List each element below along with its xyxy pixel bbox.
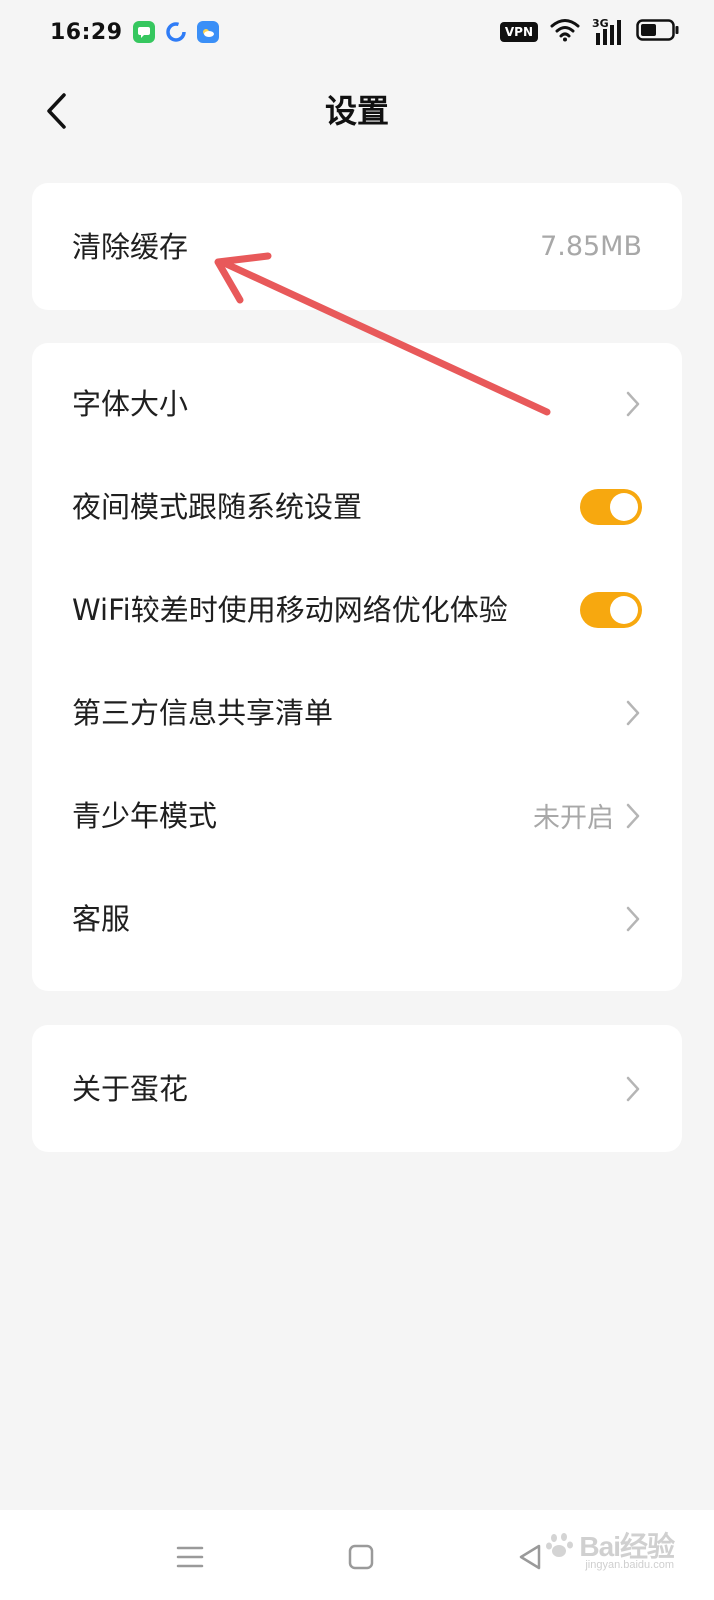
chevron-right-icon <box>624 389 642 419</box>
about-card: 关于蛋花 <box>32 1025 682 1152</box>
home-nav-button[interactable] <box>339 1535 383 1579</box>
chevron-right-icon <box>624 801 642 831</box>
status-left: 16:29 <box>50 20 219 45</box>
menu-nav-button[interactable] <box>168 1535 212 1579</box>
wifi-icon <box>550 18 580 46</box>
menu-icon <box>176 1546 204 1568</box>
clear-cache-row[interactable]: 清除缓存 7.85MB <box>32 183 682 310</box>
third-party-share-label: 第三方信息共享清单 <box>72 695 334 730</box>
cache-size-value: 7.85MB <box>540 231 642 262</box>
battery-icon <box>636 18 680 46</box>
page-title: 设置 <box>324 92 389 130</box>
wifi-optimize-label: WiFi较差时使用移动网络优化体验 <box>72 592 508 627</box>
teen-mode-row[interactable]: 青少年模式 未开启 <box>32 764 682 867</box>
header: 设置 <box>0 70 714 150</box>
paw-logo-icon <box>546 1533 574 1557</box>
teen-mode-label: 青少年模式 <box>72 798 218 833</box>
cellular-signal-icon: 3G <box>592 17 624 45</box>
night-mode-toggle[interactable] <box>580 488 642 525</box>
wifi-optimize-row: WiFi较差时使用移动网络优化体验 <box>32 558 682 661</box>
customer-service-label: 客服 <box>72 901 131 936</box>
weather-app-icon <box>196 21 219 43</box>
font-size-row[interactable]: 字体大小 <box>32 352 682 455</box>
about-row[interactable]: 关于蛋花 <box>32 1025 682 1152</box>
night-mode-row: 夜间模式跟随系统设置 <box>32 455 682 558</box>
toggle-knob <box>610 595 638 624</box>
status-right: VPN 3G <box>499 17 680 46</box>
wifi-optimize-toggle[interactable] <box>580 591 642 628</box>
vpn-badge: VPN <box>499 22 538 42</box>
chevron-right-icon <box>624 904 642 934</box>
settings-screen: 16:29 VPN 3G 设置 清除缓存 7.85MB 字体大小 夜间模式跟随系… <box>0 0 714 1600</box>
chevron-right-icon <box>624 1074 642 1104</box>
chevron-right-icon <box>624 698 642 728</box>
status-bar: 16:29 VPN 3G <box>0 0 714 64</box>
about-label: 关于蛋花 <box>72 1071 189 1106</box>
settings-card: 字体大小 夜间模式跟随系统设置 WiFi较差时使用移动网络优化体验 第三方信息共… <box>32 343 682 991</box>
customer-service-row[interactable]: 客服 <box>32 867 682 970</box>
third-party-share-row[interactable]: 第三方信息共享清单 <box>32 661 682 764</box>
clear-cache-label: 清除缓存 <box>72 229 189 264</box>
home-square-icon <box>348 1544 374 1570</box>
message-app-icon <box>132 21 155 43</box>
browser-app-icon <box>165 21 187 43</box>
watermark: Bai经验 jingyan.baidu.com <box>545 1525 675 1571</box>
toggle-knob <box>610 492 638 521</box>
teen-mode-status: 未开启 <box>533 803 614 834</box>
watermark-url: jingyan.baidu.com <box>585 1559 674 1571</box>
back-triangle-icon <box>519 1544 541 1570</box>
font-size-label: 字体大小 <box>72 386 189 421</box>
night-mode-label: 夜间模式跟随系统设置 <box>72 489 363 524</box>
status-time: 16:29 <box>50 19 123 45</box>
cache-card: 清除缓存 7.85MB <box>32 183 682 310</box>
